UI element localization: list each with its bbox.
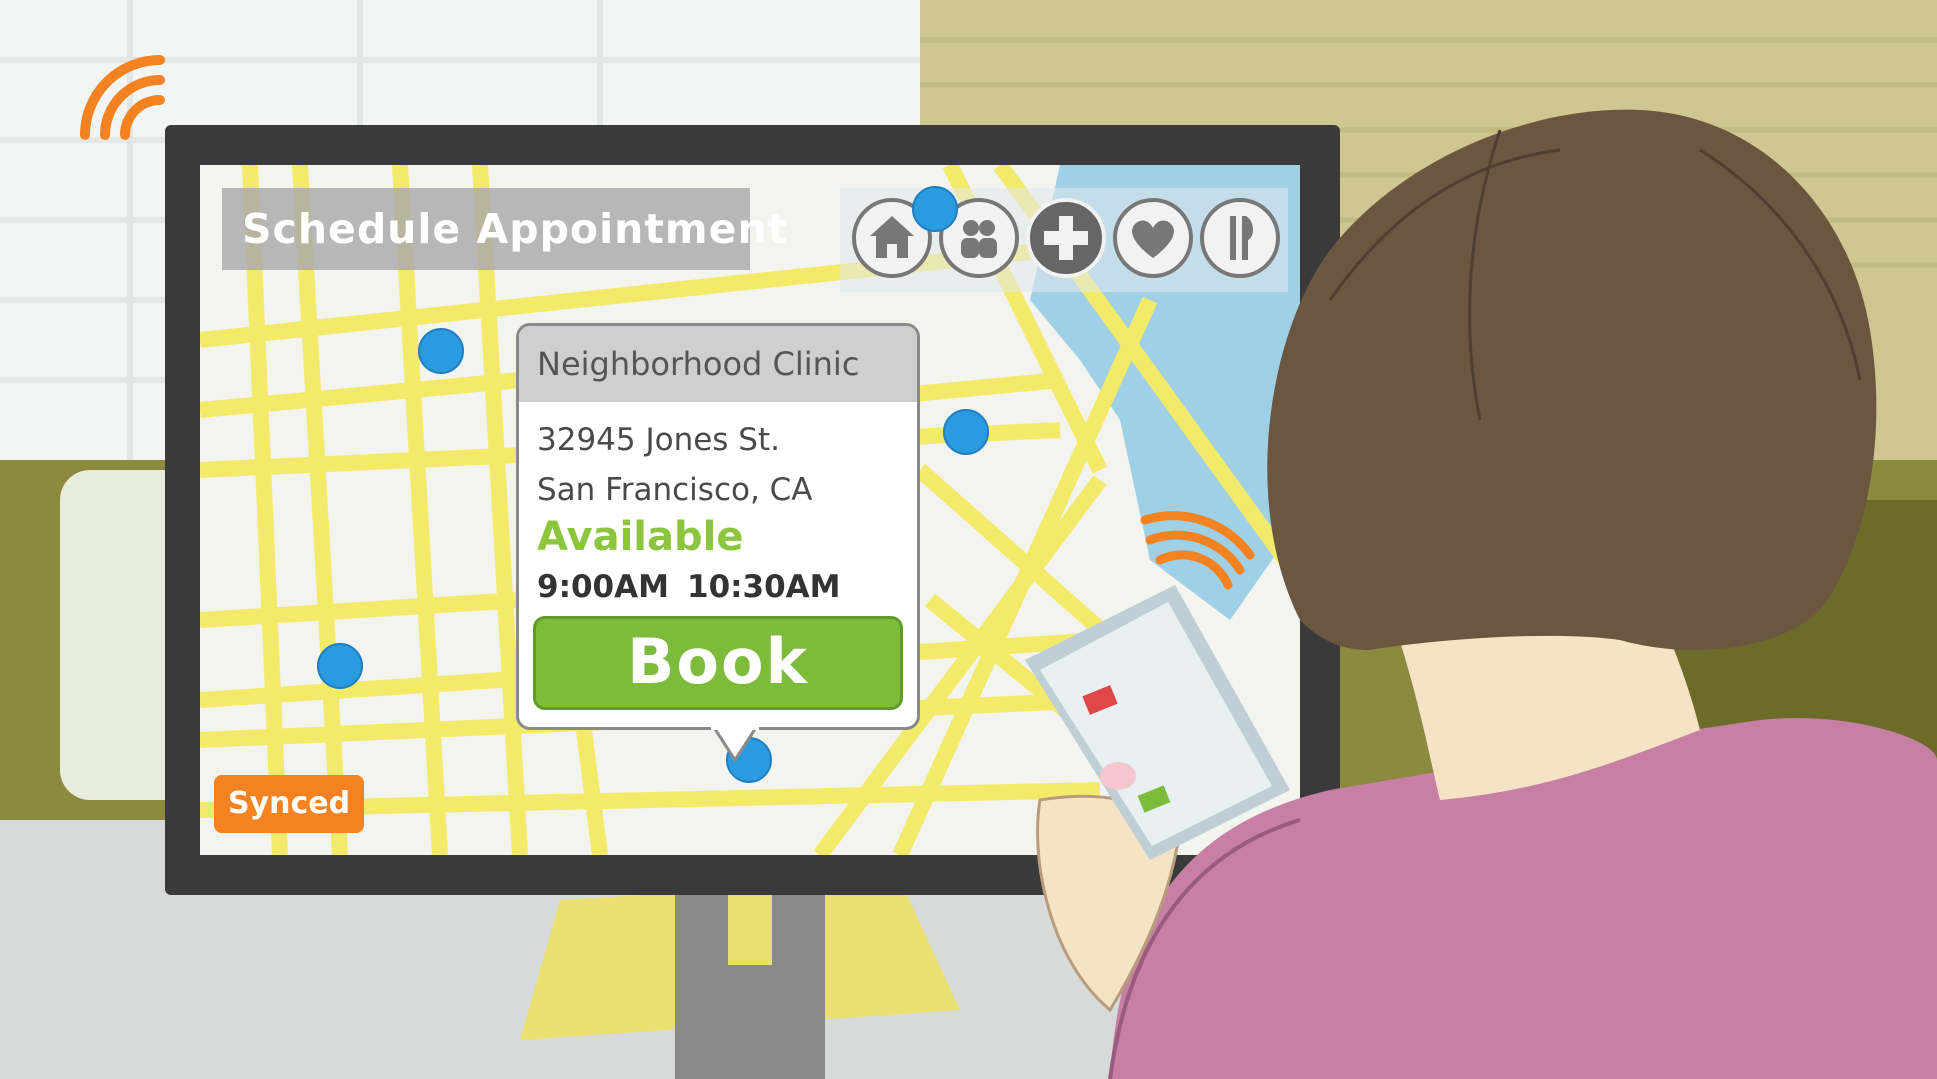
medical-category-button[interactable] [1026,198,1106,278]
time-slot[interactable]: 9:00AM [537,569,669,605]
map-pin[interactable] [912,186,958,232]
heart-icon [1132,220,1174,258]
address-line-2: San Francisco, CA [537,472,813,508]
book-button[interactable]: Book [533,616,903,710]
map-pin[interactable] [943,409,989,455]
category-toolbar [840,188,1288,292]
status-badge: Synced [214,775,364,833]
medical-cross-icon [1044,216,1088,260]
map-pin[interactable] [418,328,464,374]
address-line-1: 32945 Jones St. [537,422,780,458]
dining-icon [1230,216,1253,260]
page-title: Schedule Appointment [222,188,787,270]
popup-pointer [711,726,759,763]
favorites-category-button[interactable] [1113,198,1193,278]
clinic-name: Neighborhood Clinic [519,326,917,402]
dining-category-button[interactable] [1200,198,1280,278]
availability-status: Available [537,514,744,560]
time-slot[interactable]: 10:30AM [687,569,841,605]
map-pin[interactable] [317,643,363,689]
clinic-info-popup: Neighborhood Clinic 32945 Jones St. San … [516,323,920,730]
